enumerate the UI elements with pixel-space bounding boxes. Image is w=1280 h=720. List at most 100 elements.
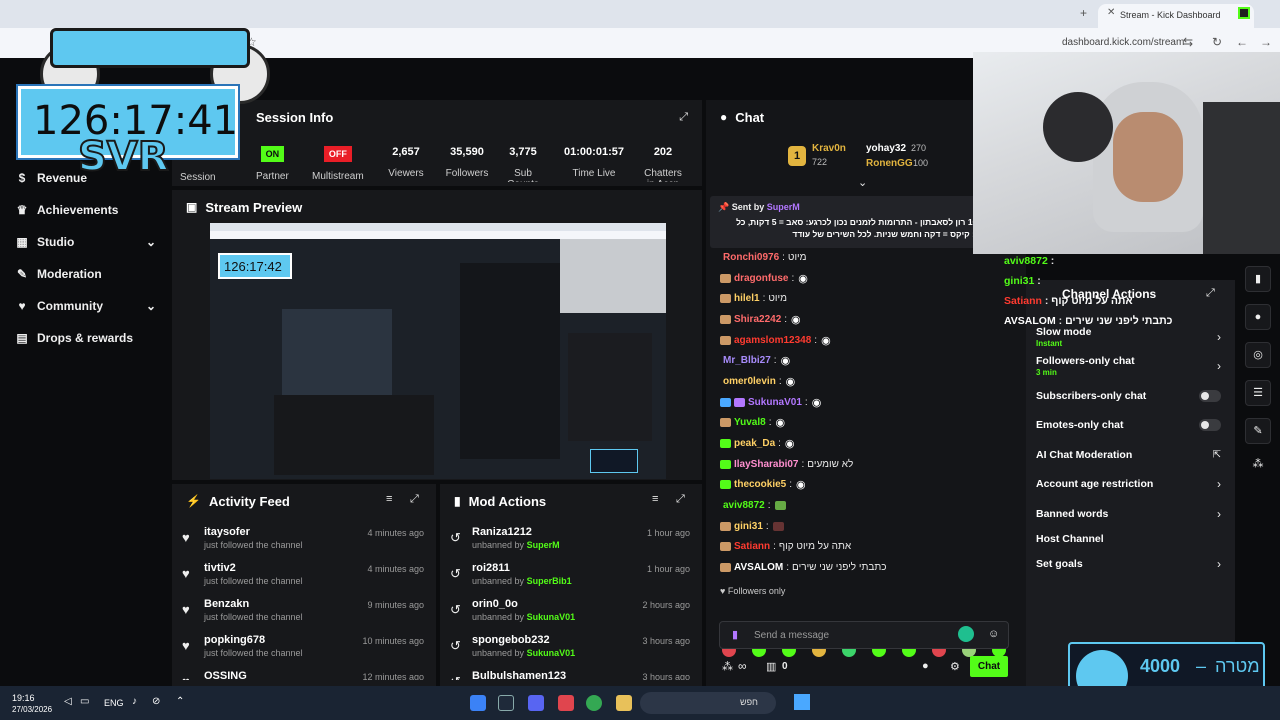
preview-icon: ▣: [186, 200, 198, 214]
back-icon[interactable]: ←: [1236, 35, 1248, 49]
followers-only-row[interactable]: Followers-only chat 3 min ›: [1026, 352, 1235, 382]
file-explorer-icon[interactable]: [616, 695, 632, 711]
emotes-only-row[interactable]: Emotes-only chat: [1026, 411, 1235, 441]
emoji-picker-icon[interactable]: [958, 626, 974, 642]
subscribers-only-toggle[interactable]: [1199, 389, 1221, 402]
speaker-icon: ◉: [798, 272, 808, 285]
discord-icon[interactable]: [528, 695, 544, 711]
taskbar-app-icon[interactable]: [470, 695, 486, 711]
url-text[interactable]: dashboard.kick.com/stream: [1062, 37, 1184, 48]
community-icon[interactable]: ⁂: [722, 660, 733, 673]
new-tab-icon[interactable]: +: [1080, 6, 1087, 20]
partner-stat: ON Partner: [256, 146, 289, 182]
rank-badge: 1: [788, 146, 806, 166]
steam-icon[interactable]: [498, 695, 514, 711]
goal-value: 4000: [1140, 656, 1181, 676]
forward-icon[interactable]: →: [1260, 35, 1272, 49]
gift-icon[interactable]: ▥: [766, 660, 776, 673]
sidebar-item-moderation[interactable]: ✎ Moderation: [0, 258, 172, 290]
mic-icon[interactable]: ♪: [132, 696, 137, 707]
expand-icon[interactable]: ⤢: [410, 493, 419, 506]
mic-icon: ▮: [732, 629, 739, 641]
wrench-icon: ✎: [16, 267, 28, 281]
windows-taskbar: 19:16 27/03/2026 ◁ ▭ ENG ♪ ⊘ ⌃ חפש: [0, 686, 1280, 720]
expand-icon[interactable]: ⤢: [1206, 287, 1215, 300]
rail-community-icon[interactable]: ⁂: [1245, 452, 1271, 478]
browser-tab[interactable]: Stream - Kick Dashboard: [1098, 4, 1254, 28]
session-info-panel: Session Info ⤢ Session ON Partner OFF Mu…: [172, 100, 702, 186]
account-age-row[interactable]: Account age restriction ›: [1026, 470, 1235, 500]
chat-message: omer0levin: ◉: [723, 375, 796, 388]
chevron-up-icon[interactable]: ⌃: [176, 696, 184, 707]
sidebar-item-studio[interactable]: ▦ Studio ⌄: [0, 226, 172, 258]
emotes-only-toggle[interactable]: [1199, 419, 1221, 432]
sidebar-item-community[interactable]: ♥ Community ⌄: [0, 290, 172, 322]
rail-chat-icon[interactable]: ●: [1245, 304, 1271, 330]
tune-icon[interactable]: ⇆: [1183, 35, 1193, 49]
smiley-icon[interactable]: ☺: [988, 628, 999, 640]
sidebar-item-achievements[interactable]: ♛ Achievements: [0, 194, 172, 226]
mod-row: ↺Bulbulshamen1233 hours ago: [440, 666, 702, 680]
language-indicator[interactable]: ENG: [104, 698, 124, 708]
gear-icon[interactable]: ⚙: [950, 660, 960, 673]
infinity-label: ∞: [738, 659, 747, 673]
host-channel-row[interactable]: Host Channel: [1026, 529, 1235, 550]
stream-preview-header: ▣ Stream Preview: [186, 199, 303, 215]
speaker-icon: ◉: [791, 313, 801, 326]
chat-message: IlaySharabi07: לא שומעים: [706, 454, 1006, 475]
chevron-down-icon: ⌄: [145, 235, 156, 249]
set-goals-row[interactable]: Set goals ›: [1026, 550, 1235, 580]
speaker-icon: ◉: [811, 396, 822, 409]
wifi-off-icon[interactable]: ⊘: [152, 696, 160, 707]
expand-icon[interactable]: ⤢: [679, 111, 688, 124]
chat-message: agamslom12348: ◉: [706, 330, 1006, 351]
stream-preview-video[interactable]: 126:17:42: [210, 223, 666, 479]
gift-icon: ▤: [16, 331, 28, 345]
message-input[interactable]: ▮ Send a message ☺: [719, 621, 1009, 649]
overlay-chat: aviv8872 : gini31 : Satiann : אתה על מיו…: [1004, 255, 1173, 327]
sidebar-item-drops[interactable]: ▤ Drops & rewards: [0, 322, 172, 354]
chat-message: SukunaV01: ◉: [706, 392, 1006, 413]
subscribers-only-row[interactable]: Subscribers-only chat: [1026, 381, 1235, 411]
speaker-icon: ◉: [775, 417, 786, 430]
dollar-icon: $: [18, 171, 26, 185]
chat-message: Yuval8: ◉: [706, 413, 1006, 434]
multistream-badge: OFF: [323, 146, 352, 162]
chat-bubble-icon[interactable]: ●: [922, 660, 929, 672]
time-live-stat: 01:00:01:57 Time Live: [564, 146, 624, 179]
volume-icon[interactable]: ◁: [64, 696, 72, 707]
undo-icon: ↺: [450, 566, 461, 581]
filter-icon[interactable]: ≡: [386, 493, 392, 505]
rail-settings-icon[interactable]: ☰: [1245, 380, 1271, 406]
filter-icon[interactable]: ≡: [652, 493, 658, 505]
chatters-stat: 202Chatters in Accn: [644, 146, 682, 182]
taskbar-app-icon[interactable]: [558, 695, 574, 711]
gift-count: 0: [782, 661, 788, 672]
speaker-icon: ◉: [784, 438, 795, 451]
network-icon[interactable]: ▭: [80, 696, 89, 707]
close-tab-icon[interactable]: ✕: [1107, 7, 1115, 18]
trophy-icon: ♛: [16, 203, 28, 217]
chat-send-button[interactable]: Chat: [970, 656, 1008, 677]
gifter-amount: 270: [911, 143, 927, 153]
kick-favicon-icon: [1238, 7, 1250, 19]
windows-start-icon[interactable]: [794, 694, 810, 710]
rail-broadcast-icon[interactable]: ◎: [1245, 342, 1271, 368]
rail-wrench-icon[interactable]: ✎: [1245, 418, 1271, 444]
heart-icon: ♥: [182, 602, 190, 617]
banned-words-row[interactable]: Banned words ›: [1026, 499, 1235, 529]
expand-icon[interactable]: ⤢: [676, 493, 685, 506]
reload-icon[interactable]: ↻: [1212, 35, 1222, 49]
chat-message: Shira2242: ◉: [706, 309, 1006, 330]
logo-text: SVR: [77, 133, 170, 181]
ai-moderation-row[interactable]: AI Chat Moderation ⇱: [1026, 440, 1235, 470]
chat-message: peak_Da: ◉: [706, 433, 1006, 454]
partner-badge: ON: [260, 146, 285, 162]
rail-clipboard-icon[interactable]: ▮: [1245, 266, 1271, 292]
speaker-icon: ◉: [796, 479, 806, 492]
chevron-down-icon[interactable]: ⌄: [858, 176, 867, 189]
chat-message: hilel1: מיוט: [706, 288, 1006, 309]
taskbar-search[interactable]: חפש: [640, 692, 776, 714]
chrome-icon[interactable]: [586, 695, 602, 711]
sidebar-nav: $ Revenue ♛ Achievements ▦ Studio ⌄ ✎ Moderat…: [0, 162, 172, 354]
